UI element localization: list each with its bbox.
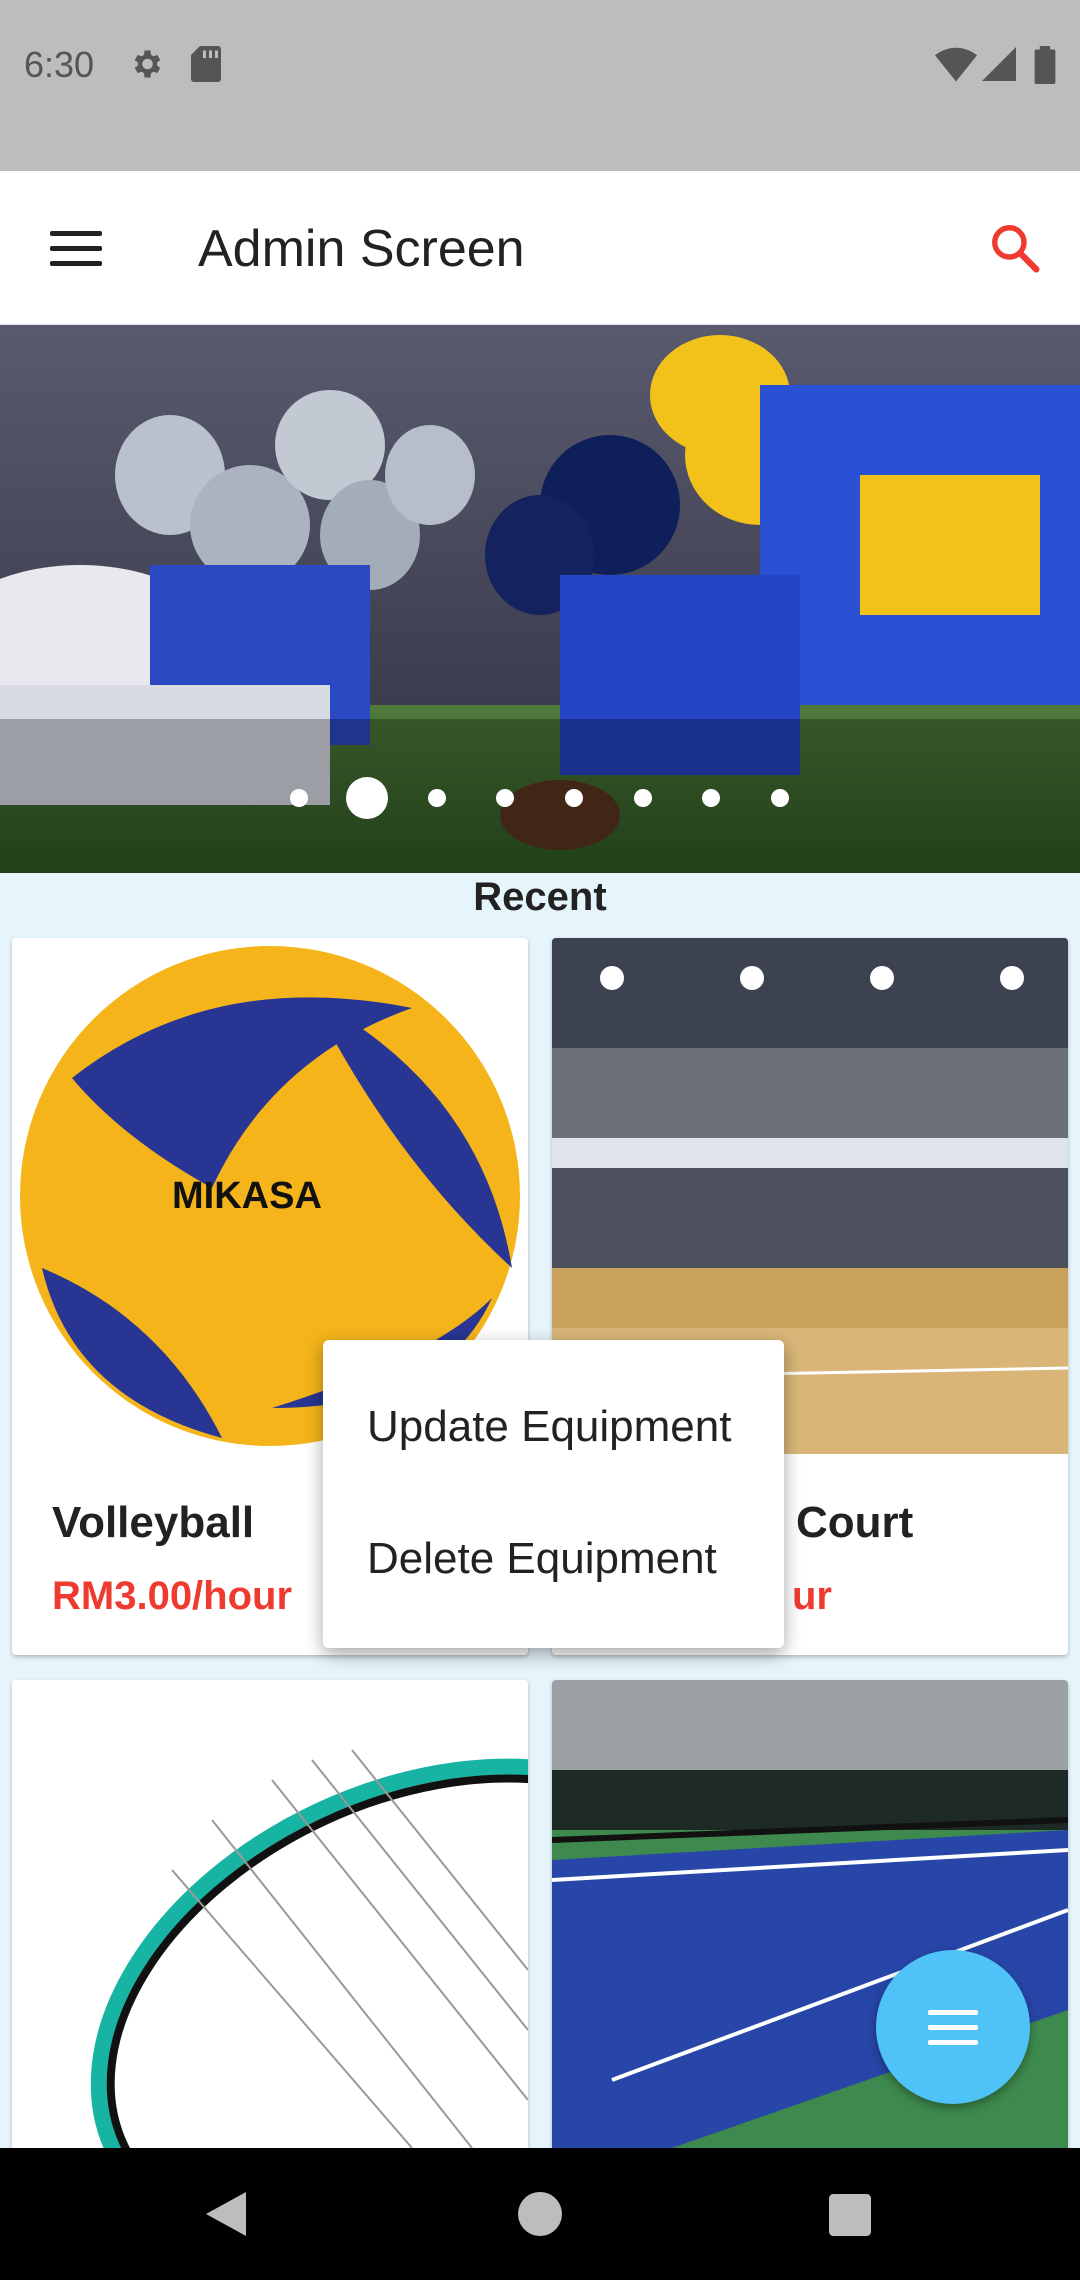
racket-image	[12, 1680, 528, 2148]
carousel-dot[interactable]	[634, 789, 652, 807]
menu-icon[interactable]	[50, 231, 102, 267]
carousel-dot[interactable]	[428, 789, 446, 807]
wifi-icon	[935, 47, 977, 82]
back-icon[interactable]	[206, 2192, 246, 2236]
banner-carousel[interactable]	[0, 325, 1080, 873]
recents-icon[interactable]	[829, 2194, 871, 2236]
carousel-dot[interactable]	[771, 789, 789, 807]
carousel-dot[interactable]	[496, 789, 514, 807]
app-bar: Admin Screen	[0, 171, 1080, 325]
svg-text:MIKASA: MIKASA	[172, 1175, 322, 1217]
battery-icon	[1034, 46, 1056, 84]
status-bar: 6:30	[0, 0, 1080, 171]
update-equipment-menu-item[interactable]: Update Equipment	[367, 1402, 731, 1452]
navigation-bar	[0, 2148, 1080, 2280]
section-title: Recent	[473, 875, 607, 919]
sd-card-icon	[191, 46, 221, 82]
delete-equipment-menu-item[interactable]: Delete Equipment	[367, 1534, 717, 1584]
home-icon[interactable]	[518, 2192, 562, 2236]
status-time: 6:30	[24, 44, 95, 85]
fab-menu-button[interactable]	[876, 1950, 1030, 2104]
context-menu: Update Equipment Delete Equipment	[323, 1340, 784, 1648]
card-name: Court	[796, 1498, 914, 1547]
search-icon[interactable]	[988, 221, 1042, 275]
carousel-dot[interactable]	[290, 789, 308, 807]
carousel-dot[interactable]	[702, 789, 720, 807]
carousel-dot[interactable]	[565, 789, 583, 807]
page-title: Admin Screen	[198, 220, 525, 278]
card-price: ur	[792, 1574, 832, 1618]
card-name: Volleyball	[52, 1498, 255, 1547]
carousel-dot-active[interactable]	[346, 777, 388, 819]
carousel-indicator-band	[0, 719, 1080, 873]
signal-icon	[982, 47, 1016, 81]
card-price: RM3.00/hour	[52, 1574, 293, 1618]
settings-icon	[134, 50, 161, 78]
